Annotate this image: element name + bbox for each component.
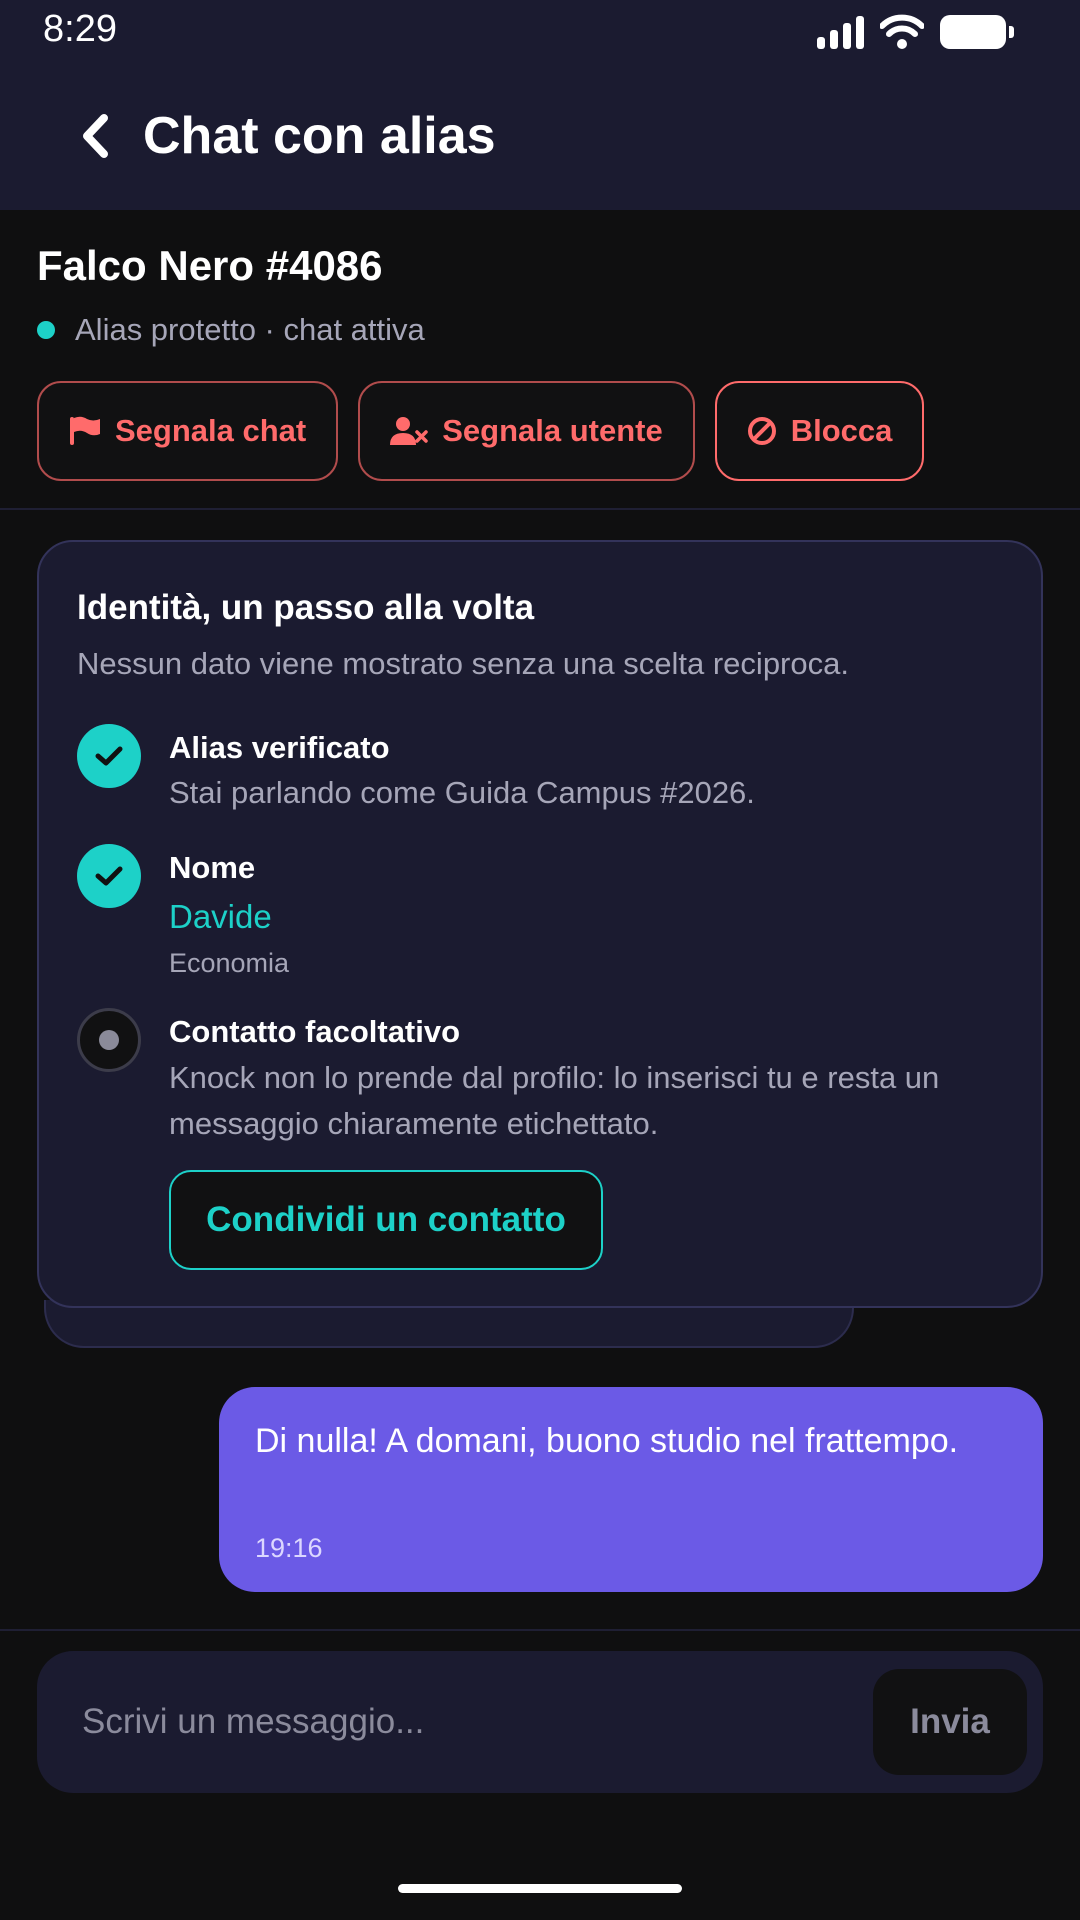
message-composer: Invia bbox=[37, 1651, 1043, 1793]
page-title: Chat con alias bbox=[143, 107, 496, 165]
step-pending-radio-icon bbox=[77, 1008, 141, 1072]
step-name-value: Davide bbox=[169, 898, 272, 935]
contact-status: Alias protetto · chat attiva bbox=[37, 312, 425, 348]
report-user-label: Segnala utente bbox=[442, 413, 663, 448]
send-button[interactable]: Invia bbox=[873, 1669, 1027, 1775]
contact-alias-name: Falco Nero #4086 bbox=[37, 242, 383, 289]
chat-actions: Segnala chat Segnala utente Blocca bbox=[37, 381, 925, 481]
home-indicator[interactable] bbox=[398, 1884, 682, 1893]
step-name-title: Nome bbox=[169, 850, 256, 885]
chevron-left-icon bbox=[83, 114, 108, 158]
step-contact-title: Contatto facoltativo bbox=[169, 1014, 461, 1049]
status-time: 8:29 bbox=[43, 8, 117, 50]
contact-status-text: Alias protetto · chat attiva bbox=[75, 312, 425, 347]
identity-card-title: Identità, un passo alla volta bbox=[77, 588, 535, 627]
app-header-area: 8:29 Chat con alias bbox=[0, 0, 1080, 210]
divider bbox=[0, 508, 1080, 510]
identity-card: Identità, un passo alla volta Nessun dat… bbox=[37, 540, 1043, 1308]
report-user-button[interactable]: Segnala utente bbox=[358, 381, 695, 481]
user-remove-icon bbox=[390, 417, 428, 445]
signal-icon bbox=[817, 15, 864, 49]
report-chat-button[interactable]: Segnala chat bbox=[37, 381, 339, 481]
step-alias-text: Stai parlando come Guida Campus #2026. bbox=[169, 775, 755, 810]
status-bar: 8:29 bbox=[0, 0, 1080, 60]
wifi-icon bbox=[880, 14, 924, 49]
online-dot-icon bbox=[37, 321, 55, 339]
block-button[interactable]: Blocca bbox=[714, 381, 925, 481]
sent-message-bubble[interactable]: Di nulla! A domani, buono studio nel fra… bbox=[219, 1387, 1043, 1592]
step-done-check-icon bbox=[77, 844, 141, 908]
status-icons bbox=[817, 14, 1014, 50]
message-text: Di nulla! A domani, buono studio nel fra… bbox=[255, 1422, 959, 1460]
ban-icon bbox=[747, 417, 776, 445]
step-done-check-icon bbox=[77, 724, 141, 788]
step-contact-text: Knock non lo prende dal profilo: lo inse… bbox=[169, 1060, 940, 1141]
step-alias-title: Alias verificato bbox=[169, 730, 390, 765]
identity-card-subtitle: Nessun dato viene mostrato senza una sce… bbox=[77, 646, 849, 681]
message-time: 19:16 bbox=[255, 1533, 323, 1563]
divider bbox=[0, 1629, 1080, 1631]
step-name-detail: Economia bbox=[169, 948, 290, 978]
share-contact-button[interactable]: Condividi un contatto bbox=[169, 1170, 603, 1270]
back-button[interactable] bbox=[70, 108, 120, 164]
flag-icon bbox=[70, 416, 100, 445]
block-label: Blocca bbox=[790, 413, 893, 448]
report-chat-label: Segnala chat bbox=[115, 413, 307, 448]
message-input[interactable] bbox=[82, 1697, 862, 1747]
battery-icon bbox=[940, 15, 1014, 49]
